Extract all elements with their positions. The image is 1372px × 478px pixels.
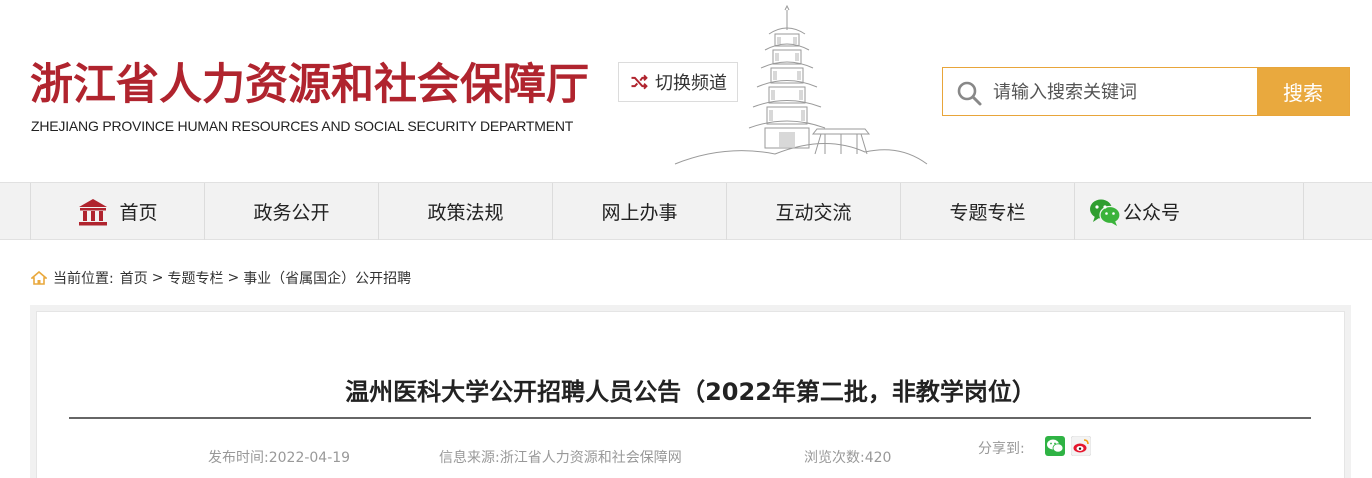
wechat-icon bbox=[1090, 199, 1121, 226]
nav-item-online-services[interactable]: 网上办事 bbox=[552, 183, 726, 240]
nav-item-official-account[interactable]: 公众号 bbox=[1074, 183, 1304, 240]
search-input[interactable] bbox=[993, 76, 1243, 108]
weibo-share-icon[interactable] bbox=[1071, 436, 1091, 456]
article-card: 温州医科大学公开招聘人员公告（2022年第二批，非教学岗位） 发布时间:2022… bbox=[36, 311, 1345, 478]
wechat-share-icon[interactable] bbox=[1045, 436, 1065, 456]
nav-label-online-services: 网上办事 bbox=[601, 202, 678, 224]
nav-label-official-account: 公众号 bbox=[1123, 202, 1181, 224]
nav-item-government-affairs[interactable]: 政务公开 bbox=[204, 183, 378, 240]
search-icon[interactable] bbox=[955, 79, 983, 107]
nav-item-policies[interactable]: 政策法规 bbox=[378, 183, 552, 240]
breadcrumb-item-home[interactable]: 首页 bbox=[120, 268, 148, 288]
breadcrumb-item-special-topics[interactable]: 专题专栏 bbox=[167, 268, 223, 288]
nav-label-government-affairs: 政务公开 bbox=[253, 202, 330, 224]
breadcrumb-separator: > bbox=[227, 270, 240, 286]
breadcrumb-separator: > bbox=[151, 270, 164, 286]
site-header: 浙江省人力资源和社会保障厅 ZHEJIANG PROVINCE HUMAN RE… bbox=[0, 0, 1372, 182]
main-nav: 首页 政务公开 政策法规 网上办事 互动交流 专题专栏 公众号 bbox=[0, 182, 1372, 240]
nav-item-interaction[interactable]: 互动交流 bbox=[726, 183, 900, 240]
breadcrumb-prefix: 当前位置: bbox=[53, 271, 114, 287]
home-icon bbox=[31, 271, 47, 285]
building-icon bbox=[79, 198, 108, 225]
search-box: 搜索 bbox=[942, 67, 1350, 116]
site-logo-subtitle: ZHEJIANG PROVINCE HUMAN RESOURCES AND SO… bbox=[31, 118, 574, 134]
nav-label-policies: 政策法规 bbox=[427, 202, 504, 224]
nav-label-home: 首页 bbox=[119, 202, 158, 224]
site-logo-title[interactable]: 浙江省人力资源和社会保障厅 bbox=[30, 50, 589, 112]
title-divider bbox=[69, 417, 1311, 419]
nav-label-special-topics: 专题专栏 bbox=[949, 202, 1026, 224]
nav-label-interaction: 互动交流 bbox=[775, 202, 852, 224]
article-source: 信息来源:浙江省人力资源和社会保障网 bbox=[439, 450, 682, 466]
article-title: 温州医科大学公开招聘人员公告（2022年第二批，非教学岗位） bbox=[345, 378, 1036, 406]
search-button[interactable]: 搜索 bbox=[1257, 68, 1349, 115]
nav-item-special-topics[interactable]: 专题专栏 bbox=[900, 183, 1074, 240]
share-label: 分享到: bbox=[978, 441, 1025, 457]
shuffle-icon bbox=[631, 74, 648, 90]
breadcrumb-item-recruitment[interactable]: 事业（省属国企）公开招聘 bbox=[243, 268, 411, 288]
article-publish-time: 发布时间:2022-04-19 bbox=[208, 450, 351, 466]
pagoda-illustration bbox=[674, 4, 928, 165]
nav-item-home[interactable]: 首页 bbox=[30, 183, 204, 240]
article-view-count: 浏览次数:420 bbox=[804, 450, 892, 466]
breadcrumb: 当前位置: 首页 > 专题专栏 > 事业（省属国企）公开招聘 bbox=[31, 268, 411, 288]
